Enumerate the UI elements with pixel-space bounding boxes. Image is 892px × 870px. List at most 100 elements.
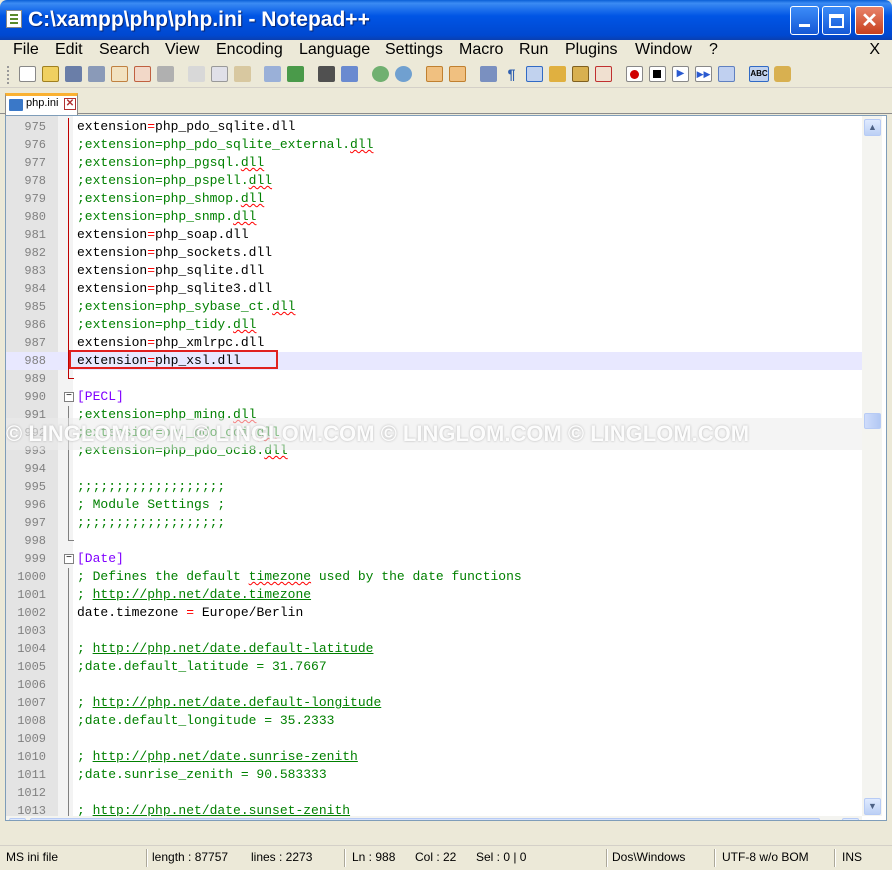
open-file-icon[interactable] xyxy=(42,66,59,82)
code-line[interactable]: 1004; http://php.net/date.default-latitu… xyxy=(6,640,862,658)
find-icon[interactable] xyxy=(318,66,335,82)
menu-settings[interactable]: Settings xyxy=(385,41,443,59)
play-macro-icon[interactable]: ▶ xyxy=(672,66,689,82)
code-line[interactable]: 979 ;extension=php_shmop.dll xyxy=(6,190,862,208)
close-icon[interactable] xyxy=(111,66,128,82)
vertical-scroll-thumb[interactable] xyxy=(864,413,881,429)
code-line[interactable]: 1002 date.timezone = Europe/Berlin xyxy=(6,604,862,622)
paste-icon[interactable] xyxy=(234,66,251,82)
code-line[interactable]: 992 ;extension=php_pdo_oci.dll xyxy=(6,424,862,442)
code-line[interactable]: 987 extension=php_xmlrpc.dll xyxy=(6,334,862,352)
code-line[interactable]: 984 extension=php_sqlite3.dll xyxy=(6,280,862,298)
tab-close-icon[interactable]: ✕ xyxy=(64,98,76,110)
code-line[interactable]: 977 ;extension=php_pgsql.dll xyxy=(6,154,862,172)
stop-macro-icon[interactable] xyxy=(649,66,666,82)
code-line[interactable]: 998 xyxy=(6,532,862,550)
menu-edit[interactable]: Edit xyxy=(55,41,83,59)
misc-icon[interactable] xyxy=(774,66,791,82)
minimize-button[interactable] xyxy=(790,6,819,35)
code-line[interactable]: 986 ;extension=php_tidy.dll xyxy=(6,316,862,334)
record-macro-icon[interactable] xyxy=(626,66,643,82)
indent-guide-icon[interactable] xyxy=(526,66,543,82)
notepad-app-icon[interactable] xyxy=(6,10,22,28)
sync-vertical-icon[interactable] xyxy=(426,66,443,82)
user-language-icon[interactable] xyxy=(549,66,566,82)
code-line[interactable]: 989 xyxy=(6,370,862,388)
code-line[interactable]: 975 extension=php_pdo_sqlite.dll xyxy=(6,118,862,136)
menu-search[interactable]: Search xyxy=(99,41,150,59)
doc-map-icon[interactable] xyxy=(595,66,612,82)
code-line[interactable]: 1011 ;date.sunrise_zenith = 90.583333 xyxy=(6,766,862,784)
replace-icon[interactable] xyxy=(341,66,358,82)
scroll-left-icon[interactable]: ◀ xyxy=(9,818,26,820)
close-all-icon[interactable] xyxy=(134,66,151,82)
horizontal-scrollbar[interactable]: ◀ ▶ xyxy=(6,816,862,820)
scroll-up-icon[interactable]: ▲ xyxy=(864,119,881,136)
show-all-chars-icon[interactable]: ¶ xyxy=(503,66,520,82)
scroll-down-icon[interactable]: ▼ xyxy=(864,798,881,815)
vertical-scrollbar[interactable]: ▲ ▼ xyxy=(862,116,882,816)
fold-toggle-icon[interactable]: − xyxy=(64,392,74,402)
function-list-icon[interactable] xyxy=(572,66,589,82)
menu-language[interactable]: Language xyxy=(299,41,370,59)
code-line[interactable]: 982 extension=php_sockets.dll xyxy=(6,244,862,262)
sync-horizontal-icon[interactable] xyxy=(449,66,466,82)
zoom-in-icon[interactable] xyxy=(372,66,389,82)
redo-icon[interactable] xyxy=(287,66,304,82)
save-icon[interactable] xyxy=(65,66,82,82)
code-line[interactable]: 988 extension=php_xsl.dll xyxy=(6,352,862,370)
scroll-right-icon[interactable]: ▶ xyxy=(842,818,859,820)
cut-icon[interactable] xyxy=(188,66,205,82)
code-line[interactable]: 1010; http://php.net/date.sunrise-zenith xyxy=(6,748,862,766)
code-lines[interactable]: 975 extension=php_pdo_sqlite.dll 976 ;exten… xyxy=(6,118,862,820)
maximize-button[interactable] xyxy=(822,6,851,35)
menu-macro[interactable]: Macro xyxy=(459,41,503,59)
spell-check-icon[interactable]: ABC xyxy=(749,66,769,82)
zoom-out-icon[interactable] xyxy=(395,66,412,82)
code-line[interactable]: 999 − [Date] xyxy=(6,550,862,568)
save-macro-icon[interactable] xyxy=(718,66,735,82)
fold-toggle-icon[interactable]: − xyxy=(64,554,74,564)
code-line[interactable]: 1000 ; Defines the default timezone used … xyxy=(6,568,862,586)
code-line[interactable]: 1003 xyxy=(6,622,862,640)
code-line[interactable]: 976 ;extension=php_pdo_sqlite_external.dl… xyxy=(6,136,862,154)
code-line[interactable]: 995;;;;;;;;;;;;;;;;;;; xyxy=(6,478,862,496)
code-line[interactable]: 978 ;extension=php_pspell.dll xyxy=(6,172,862,190)
undo-icon[interactable] xyxy=(264,66,281,82)
menu-file[interactable]: File xyxy=(13,41,39,59)
code-line[interactable]: 980 ;extension=php_snmp.dll xyxy=(6,208,862,226)
code-line[interactable]: 997;;;;;;;;;;;;;;;;;;; xyxy=(6,514,862,532)
code-line[interactable]: 1005 ;date.default_latitude = 31.7667 xyxy=(6,658,862,676)
print-icon[interactable] xyxy=(157,66,174,82)
menu-help[interactable]: ? xyxy=(709,41,718,59)
close-document-button[interactable]: X xyxy=(869,41,880,59)
copy-icon[interactable] xyxy=(211,66,228,82)
close-button[interactable]: ✕ xyxy=(855,6,884,35)
code-line[interactable]: 985 ;extension=php_sybase_ct.dll xyxy=(6,298,862,316)
code-line[interactable]: 1001; http://php.net/date.timezone xyxy=(6,586,862,604)
code-line[interactable]: 1012 xyxy=(6,784,862,802)
editor[interactable]: 975 extension=php_pdo_sqlite.dll 976 ;exten… xyxy=(5,115,887,821)
code-line[interactable]: 1009 xyxy=(6,730,862,748)
new-file-icon[interactable] xyxy=(19,66,36,82)
code-line[interactable]: 1007; http://php.net/date.default-longit… xyxy=(6,694,862,712)
code-line[interactable]: 981 extension=php_soap.dll xyxy=(6,226,862,244)
code-line[interactable]: 1008 ;date.default_longitude = 35.2333 xyxy=(6,712,862,730)
code-line[interactable]: 990 − [PECL] xyxy=(6,388,862,406)
menu-view[interactable]: View xyxy=(165,41,199,59)
menu-plugins[interactable]: Plugins xyxy=(565,41,617,59)
menu-run[interactable]: Run xyxy=(519,41,548,59)
horizontal-scroll-thumb[interactable] xyxy=(30,818,820,820)
menu-window[interactable]: Window xyxy=(635,41,692,59)
code-line[interactable]: 996 ; Module Settings ; xyxy=(6,496,862,514)
menu-encoding[interactable]: Encoding xyxy=(216,41,283,59)
title-bar[interactable]: C:\xampp\php\php.ini - Notepad++ ✕ xyxy=(0,0,892,40)
tab-php-ini[interactable]: php.ini ✕ xyxy=(5,93,78,115)
code-line[interactable]: 983 extension=php_sqlite.dll xyxy=(6,262,862,280)
run-macro-multiple-icon[interactable]: ▶▶ xyxy=(695,66,712,82)
code-line[interactable]: 993 ;extension=php_pdo_oci8.dll xyxy=(6,442,862,460)
code-line[interactable]: 994 xyxy=(6,460,862,478)
code-line[interactable]: 991 ;extension=php_ming.dll xyxy=(6,406,862,424)
word-wrap-icon[interactable] xyxy=(480,66,497,82)
code-line[interactable]: 1006 xyxy=(6,676,862,694)
